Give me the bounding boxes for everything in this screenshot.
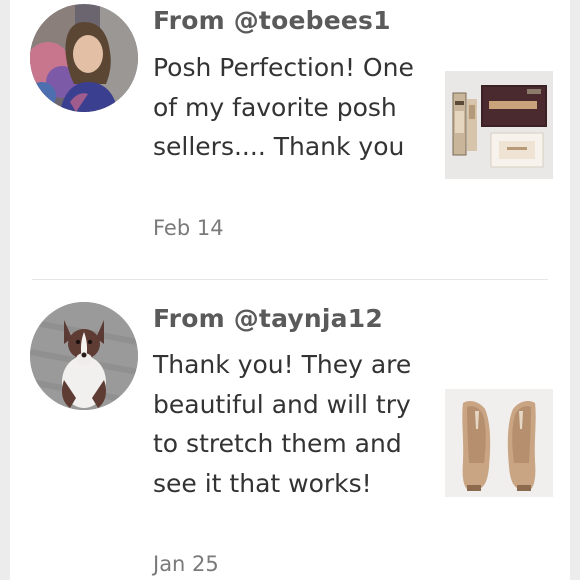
avatar-photo-dog <box>30 302 138 410</box>
review-date: Jan 25 <box>153 552 219 576</box>
makeup-product-image <box>445 71 553 179</box>
heels-product-image <box>445 389 553 497</box>
reviews-panel: From @toebees1 Posh Perfection! One of m… <box>10 0 570 580</box>
review-author[interactable]: From @toebees1 <box>153 6 391 35</box>
avatar-photo-woman <box>30 4 138 112</box>
review-item: From @taynja12 Thank you! They are beaut… <box>10 282 570 580</box>
review-message: Posh Perfection! One of my favorite posh… <box>153 53 414 161</box>
user-avatar[interactable] <box>30 4 138 112</box>
product-thumbnail[interactable] <box>445 71 553 179</box>
review-message: Thank you! They are beautiful and will t… <box>153 350 412 498</box>
reviews-screen: From @toebees1 Posh Perfection! One of m… <box>0 0 580 580</box>
review-divider <box>32 279 548 280</box>
product-thumbnail[interactable] <box>445 389 553 497</box>
review-item: From @toebees1 Posh Perfection! One of m… <box>10 0 570 278</box>
user-avatar[interactable] <box>30 302 138 410</box>
review-author[interactable]: From @taynja12 <box>153 304 383 333</box>
review-date: Feb 14 <box>153 216 224 240</box>
